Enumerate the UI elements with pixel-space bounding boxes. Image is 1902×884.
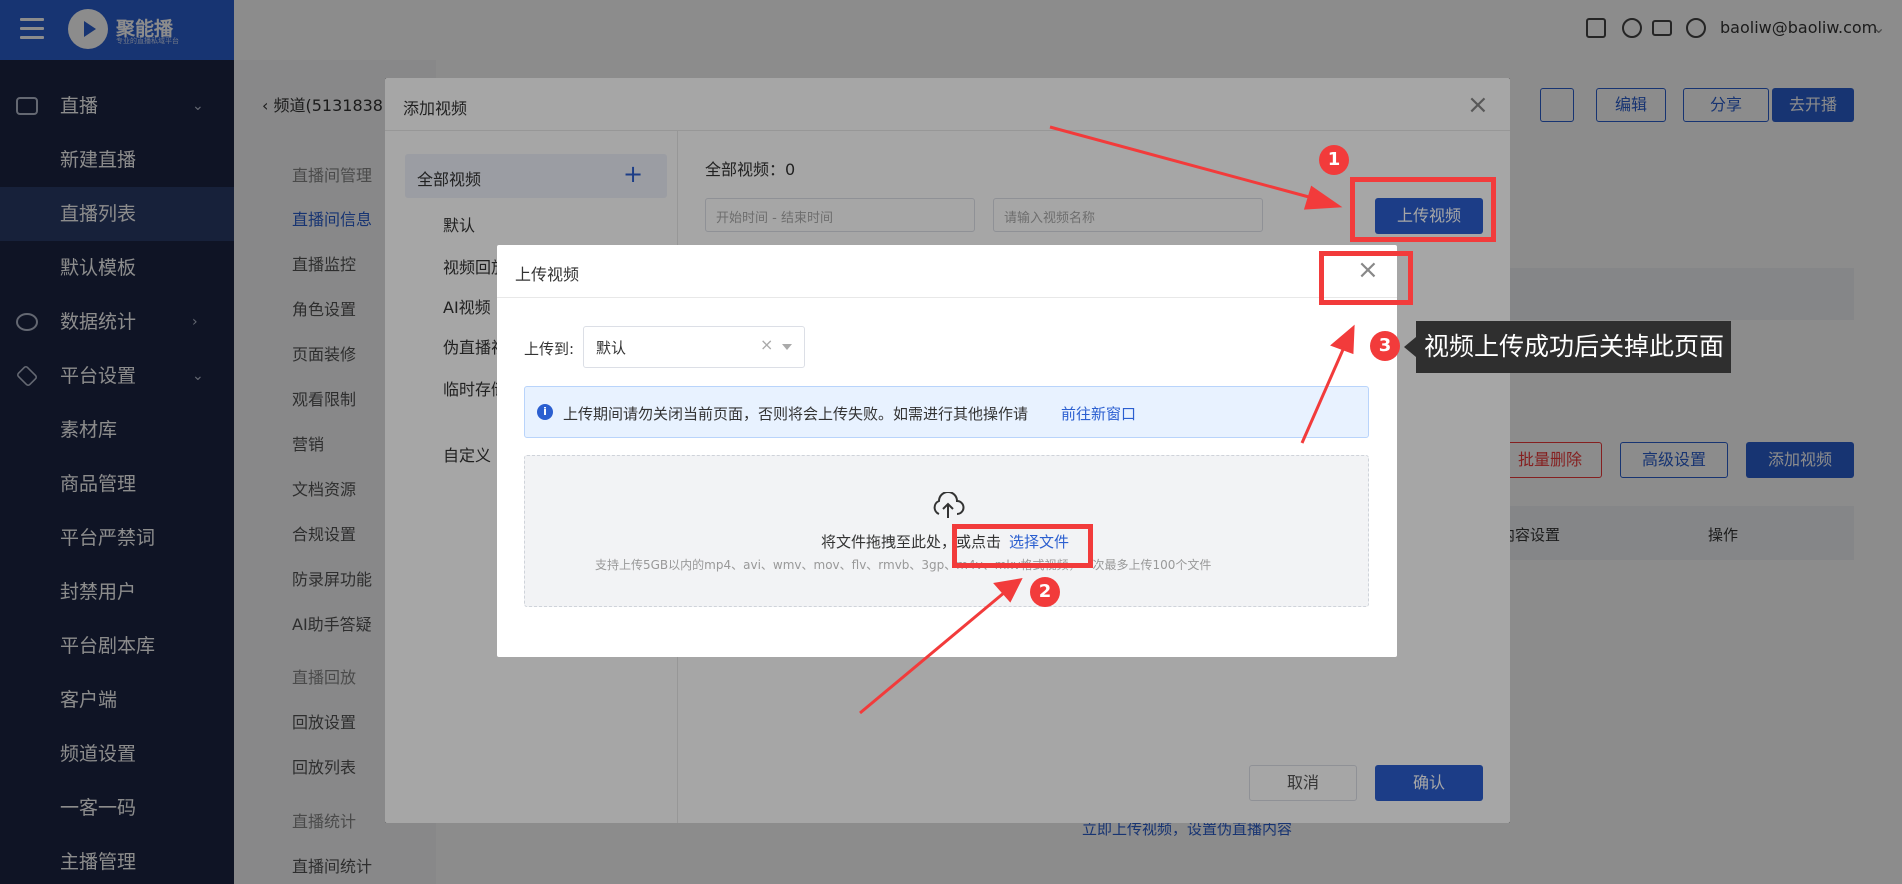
highlight-upload-button xyxy=(1350,177,1496,242)
annotation-arrows xyxy=(859,125,1355,715)
arrow-head xyxy=(1330,324,1355,355)
step-badge-1: 1 xyxy=(1319,145,1349,175)
arrow-line xyxy=(1300,344,1347,444)
step-badge-3: 3 xyxy=(1370,331,1400,361)
highlight-choose-file xyxy=(952,524,1093,568)
arrow-head xyxy=(1303,185,1343,210)
highlight-close-button xyxy=(1319,251,1413,305)
step-badge-2: 2 xyxy=(1030,577,1060,607)
annotation-tip: 视频上传成功后关掉此页面 xyxy=(1404,321,1731,373)
arrow-line xyxy=(859,590,1006,715)
arrow-line xyxy=(1049,125,1321,202)
